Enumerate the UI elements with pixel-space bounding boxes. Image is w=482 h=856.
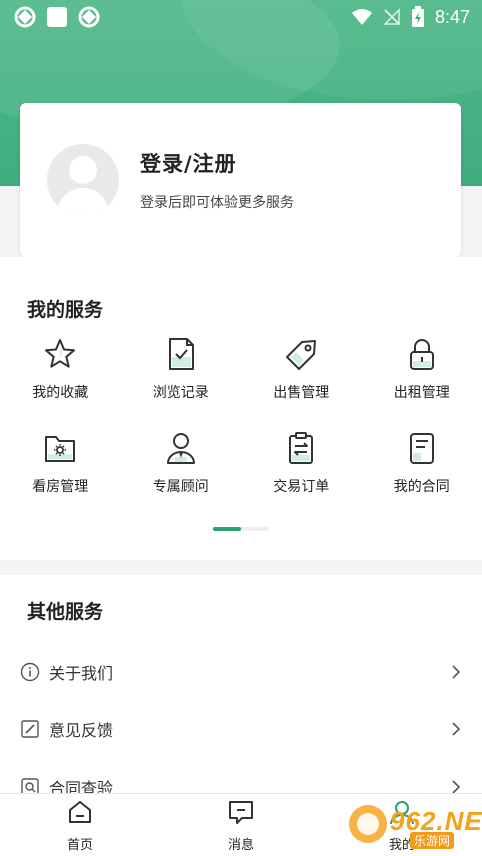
nav-label: 消息 xyxy=(227,838,254,853)
lock-icon xyxy=(409,339,434,370)
status-bar: 8:47 xyxy=(0,0,482,34)
clock: 8:47 xyxy=(434,6,470,27)
service-orders[interactable]: 交易订单 xyxy=(241,429,362,504)
no-signal-icon xyxy=(383,8,400,25)
list-item-label: 关于我们 xyxy=(49,664,114,683)
nav-label: 首页 xyxy=(66,838,93,853)
avatar[interactable] xyxy=(47,144,119,216)
wifi-icon xyxy=(351,9,372,25)
sync-icon xyxy=(14,6,36,28)
service-label: 我的合同 xyxy=(393,479,450,495)
service-label: 专属顾问 xyxy=(152,479,209,495)
service-history[interactable]: 浏览记录 xyxy=(121,335,242,410)
service-viewing-management[interactable]: 看房管理 xyxy=(0,429,121,504)
my-services-title: 我的服务 xyxy=(27,299,104,321)
edit-icon xyxy=(21,720,39,738)
app-notification-icon xyxy=(47,7,67,27)
advisor-icon xyxy=(166,433,195,464)
watermark-logo: 962.NET 乐游网 xyxy=(344,798,482,850)
page-indicator xyxy=(213,527,269,531)
service-favorites[interactable]: 我的收藏 xyxy=(0,335,121,410)
chevron-right-icon xyxy=(452,665,461,679)
service-label: 看房管理 xyxy=(32,479,89,495)
profile-card[interactable]: 登录/注册 登录后即可体验更多服务 xyxy=(20,103,461,257)
service-label: 出售管理 xyxy=(273,385,330,401)
other-services-section: 其他服务 关于我们 意见反馈 合同查验 xyxy=(0,575,482,815)
service-label: 出租管理 xyxy=(393,385,450,401)
clipboard-swap-icon xyxy=(289,432,314,464)
watermark-subtext: 乐游网 xyxy=(410,832,455,849)
page-indicator-active xyxy=(213,527,241,531)
tag-icon xyxy=(286,340,317,370)
login-subtitle: 登录后即可体验更多服务 xyxy=(140,195,294,211)
message-icon xyxy=(229,801,253,824)
battery-icon xyxy=(411,6,424,27)
sync-icon xyxy=(78,6,100,28)
service-contracts[interactable]: 我的合同 xyxy=(362,429,482,504)
history-icon xyxy=(168,338,194,370)
service-label: 我的收藏 xyxy=(32,385,89,401)
info-icon xyxy=(20,662,40,682)
service-sale-management[interactable]: 出售管理 xyxy=(241,335,362,410)
my-services-grid: 我的收藏 浏览记录 出售管理 出租管理 看房管理 专属顾问 交易订单 我的合同 xyxy=(0,335,482,504)
nav-home[interactable]: 首页 xyxy=(40,798,120,853)
folder-gear-icon xyxy=(45,436,76,462)
service-rental-management[interactable]: 出租管理 xyxy=(362,335,482,410)
my-services-section: 我的服务 我的收藏 浏览记录 出售管理 出租管理 看房管理 专属顾问 交易订单 … xyxy=(0,257,482,560)
service-advisor[interactable]: 专属顾问 xyxy=(121,429,242,504)
nav-messages[interactable]: 消息 xyxy=(201,798,281,853)
chevron-right-icon xyxy=(452,722,461,736)
other-services-title: 其他服务 xyxy=(27,601,104,623)
list-item-feedback[interactable]: 意见反馈 xyxy=(0,701,482,757)
list-item-about-us[interactable]: 关于我们 xyxy=(0,644,482,700)
service-label: 浏览记录 xyxy=(152,385,209,401)
login-register-link[interactable]: 登录/注册 xyxy=(140,148,294,178)
contract-icon xyxy=(409,433,434,464)
star-icon xyxy=(45,339,76,368)
list-item-label: 意见反馈 xyxy=(49,721,114,740)
service-label: 交易订单 xyxy=(273,479,330,495)
home-icon xyxy=(69,801,91,823)
